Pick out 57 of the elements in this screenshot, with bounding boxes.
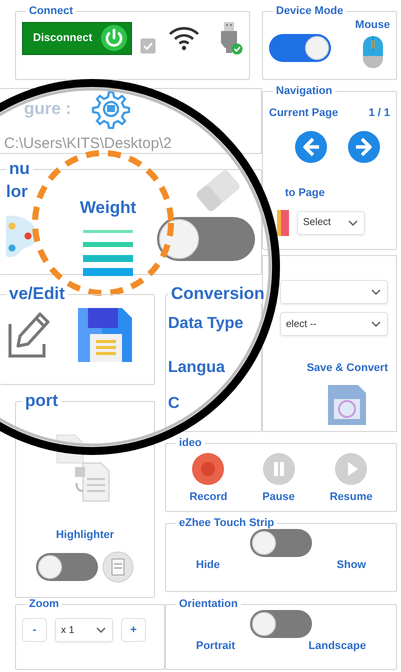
menu-item-label: lor (6, 180, 29, 203)
language-label: Langua (168, 358, 226, 378)
group-title: Zoom (28, 598, 60, 610)
video-control-label: Pause (262, 490, 295, 506)
lines-icon[interactable] (83, 228, 133, 276)
group-title: ideo (178, 437, 203, 450)
menu-item-label: Weight (80, 196, 136, 219)
record-icon[interactable] (192, 453, 224, 486)
video-control-label: Record (189, 490, 228, 506)
option-label: Hide (196, 558, 220, 574)
caret-icon (347, 218, 359, 228)
toggle-switch[interactable] (250, 610, 312, 638)
group-title: ve/Edit (8, 285, 66, 304)
group-title: port (24, 392, 60, 411)
option-label: Portrait (196, 639, 236, 654)
floppy-icon[interactable] (78, 308, 132, 362)
toggle-switch[interactable] (36, 553, 98, 582)
next-page-icon[interactable] (346, 130, 381, 164)
caret-icon (370, 287, 382, 297)
file-path: C:\Users\KITS\Desktop\2 (3, 134, 173, 154)
page-icon (277, 208, 289, 238)
group-title: Conversion (170, 285, 266, 304)
highlighter-label: Highlighter (56, 528, 114, 543)
caret-icon (95, 625, 107, 636)
page-count: 1 / 1 (368, 106, 390, 122)
zoom-out-button[interactable]: - (22, 618, 47, 642)
group-title: eZhee Touch Strip (178, 517, 276, 530)
group-title: Navigation (275, 85, 334, 98)
disconnect-button[interactable]: Disconnect (22, 22, 132, 55)
option-label: Show (336, 558, 366, 574)
group-title: Orientation (178, 598, 239, 610)
group-title: Connect (28, 5, 74, 18)
group-title: nu (8, 160, 31, 179)
figure-label: gure : (24, 98, 72, 120)
dropdown[interactable]: Select (297, 210, 365, 235)
option-label: Landscape (308, 639, 366, 654)
save-convert-icon[interactable] (328, 384, 366, 424)
power-icon (100, 24, 128, 52)
video-control-label: Resume (330, 490, 372, 506)
pencil-icon[interactable] (6, 310, 50, 360)
data-type-label: Data Type (168, 314, 244, 334)
dropdown[interactable]: elect -- (280, 312, 388, 336)
save-convert-label: Save & Convert (306, 361, 388, 376)
section-title: C (168, 394, 181, 414)
note-icon[interactable] (102, 551, 134, 584)
toggle-switch[interactable] (157, 216, 255, 261)
group-title: Device Mode (275, 5, 344, 18)
current-page-label: Current Page (269, 106, 338, 122)
toggle-switch[interactable] (269, 34, 331, 62)
zoom-in-button[interactable]: + (121, 618, 146, 642)
previous-page-icon[interactable] (294, 130, 328, 164)
wifi-icon (168, 25, 200, 52)
caret-icon (370, 319, 382, 329)
go-to-page-label: to Page (285, 186, 325, 199)
toggle-switch[interactable] (250, 529, 312, 558)
mode-label: Mouse (355, 18, 390, 34)
dropdown[interactable]: x 1 (55, 618, 113, 642)
